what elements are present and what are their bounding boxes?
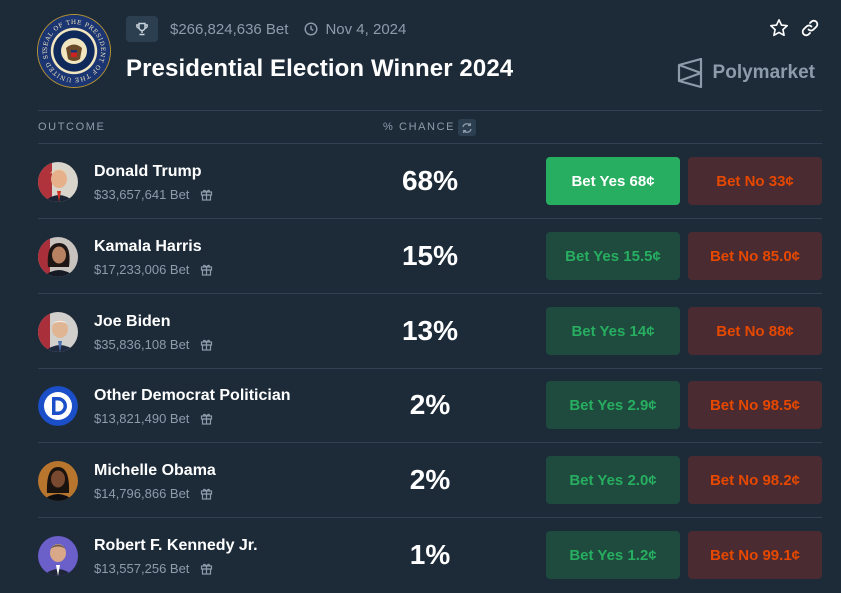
outcome-name: Donald Trump	[94, 163, 202, 180]
avatar-donald-trump	[38, 162, 78, 202]
outcome-volume: $33,657,641 Bet	[94, 187, 190, 202]
avatar-robert-f-kennedy-jr	[38, 536, 78, 576]
outcome-row: Michelle Obama $14,796,866 Bet 2% Bet Ye…	[38, 443, 822, 518]
bet-yes-button[interactable]: Bet Yes 14¢	[546, 307, 680, 355]
outcome-volume-line: $14,796,866 Bet	[94, 486, 213, 501]
outcome-row: Robert F. Kennedy Jr. $13,557,256 Bet 1%…	[38, 518, 822, 592]
market-meta: $266,824,636 Bet Nov 4, 2024	[126, 16, 406, 42]
avatar-kamala-harris	[38, 237, 78, 277]
bet-yes-button[interactable]: Bet Yes 2.9¢	[546, 381, 680, 429]
bet-no-button[interactable]: Bet No 98.5¢	[688, 381, 822, 429]
presidential-seal-logo: SEAL OF THE PRESIDENT OF THE UNITED STAT…	[38, 15, 110, 87]
gift-icon[interactable]	[200, 487, 213, 500]
brand-name: Polymarket	[712, 62, 815, 83]
outcome-name: Robert F. Kennedy Jr.	[94, 537, 258, 554]
outcome-volume: $13,557,256 Bet	[94, 561, 190, 576]
header-divider	[38, 110, 822, 111]
market-end-date: Nov 4, 2024	[325, 20, 407, 38]
bet-yes-button[interactable]: Bet Yes 15.5¢	[546, 232, 680, 280]
clock-icon	[304, 22, 318, 36]
gift-icon[interactable]	[200, 188, 213, 201]
outcome-volume: $14,796,866 Bet	[94, 486, 190, 501]
outcome-name: Other Democrat Politician	[94, 387, 291, 404]
polymarket-brand[interactable]: Polymarket	[677, 58, 815, 88]
bet-no-button[interactable]: Bet No 33¢	[688, 157, 822, 205]
outcome-column-header: OUTCOME	[38, 121, 106, 133]
outcome-chance: 13%	[401, 315, 459, 346]
outcome-row: Joe Biden $35,836,108 Bet 13% Bet Yes 14…	[38, 294, 822, 369]
outcome-volume-line: $13,557,256 Bet	[94, 561, 213, 576]
outcome-row: Donald Trump $33,657,641 Bet 68% Bet Yes…	[38, 144, 822, 219]
outcome-chance: 2%	[409, 464, 451, 495]
bet-no-button[interactable]: Bet No 85.0¢	[688, 232, 822, 280]
link-icon[interactable]	[801, 18, 819, 43]
outcome-volume-line: $35,836,108 Bet	[94, 337, 213, 352]
outcome-name: Joe Biden	[94, 313, 171, 330]
star-icon[interactable]	[769, 18, 789, 43]
outcome-volume-line: $17,233,006 Bet	[94, 262, 213, 277]
outcome-chance: 68%	[401, 165, 459, 196]
outcome-chance: 2%	[409, 389, 451, 420]
page-title: Presidential Election Winner 2024	[126, 55, 514, 82]
market-volume: $266,824,636 Bet	[170, 20, 289, 38]
outcome-volume: $17,233,006 Bet	[94, 262, 190, 277]
avatar-democrat-logo	[38, 386, 78, 426]
outcome-row: Kamala Harris $17,233,006 Bet 15% Bet Ye…	[38, 219, 822, 294]
gift-icon[interactable]	[200, 412, 213, 425]
bet-yes-button[interactable]: Bet Yes 68¢	[546, 157, 680, 205]
outcome-name: Kamala Harris	[94, 238, 202, 255]
chance-column-header: % CHANCE	[383, 121, 456, 133]
outcome-volume: $35,836,108 Bet	[94, 337, 190, 352]
trophy-icon	[126, 16, 158, 42]
outcome-volume-line: $13,821,490 Bet	[94, 411, 213, 426]
outcome-row: Other Democrat Politician $13,821,490 Be…	[38, 368, 822, 443]
outcome-volume-line: $33,657,641 Bet	[94, 187, 213, 202]
gift-icon[interactable]	[200, 338, 213, 351]
refresh-icon[interactable]	[458, 119, 476, 136]
outcome-chance: 15%	[401, 240, 459, 271]
polymarket-logo-icon	[677, 58, 713, 88]
bet-yes-button[interactable]: Bet Yes 2.0¢	[546, 456, 680, 504]
bet-yes-button[interactable]: Bet Yes 1.2¢	[546, 531, 680, 579]
avatar-michelle-obama	[38, 461, 78, 501]
gift-icon[interactable]	[200, 562, 213, 575]
avatar-joe-biden	[38, 312, 78, 352]
bet-no-button[interactable]: Bet No 98.2¢	[688, 456, 822, 504]
outcome-name: Michelle Obama	[94, 462, 216, 479]
gift-icon[interactable]	[200, 263, 213, 276]
outcome-volume: $13,821,490 Bet	[94, 411, 190, 426]
bet-no-button[interactable]: Bet No 99.1¢	[688, 531, 822, 579]
bet-no-button[interactable]: Bet No 88¢	[688, 307, 822, 355]
outcome-chance: 1%	[409, 539, 451, 570]
